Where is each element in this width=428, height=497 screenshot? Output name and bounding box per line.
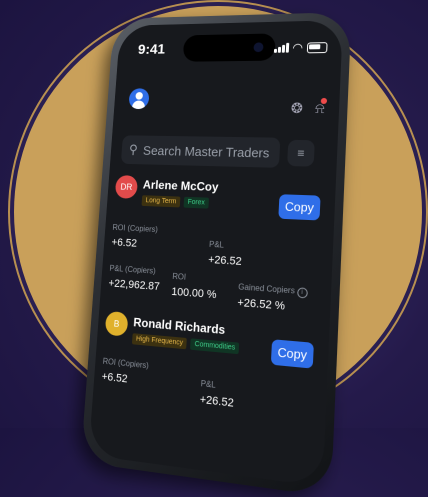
trader-name: Arlene McCoy (142, 177, 219, 195)
bell-icon[interactable]: ⍾ (315, 97, 328, 117)
gained-copiers-label: Gained Copiers i (238, 282, 308, 299)
gained-copiers-text: Gained Copiers (238, 282, 296, 296)
search-placeholder: Search Master Traders (142, 142, 270, 161)
copy-button[interactable]: Copy (270, 339, 314, 369)
roi-copiers-value: +6.52 (111, 236, 138, 250)
pnl-copiers-label: P&L (Copiers) (109, 263, 156, 276)
roi-copiers-value: +6.52 (101, 370, 128, 386)
search-input[interactable]: ⚲ Search Master Traders (120, 135, 281, 168)
roi-copiers-label: ROI (Copiers) (112, 223, 159, 235)
trader-avatar: B (104, 310, 129, 337)
notification-dot (320, 97, 328, 104)
roi-copiers-label: ROI (Copiers) (102, 356, 150, 371)
roi-value: 100.00 % (171, 285, 217, 302)
trader-card: B Ronald Richards High Frequency Commodi… (101, 310, 314, 410)
pnl-value: +26.52 (207, 253, 242, 269)
tag-forex: Forex (183, 196, 209, 209)
avatar-body (131, 100, 146, 110)
battery-icon (306, 41, 328, 53)
status-bar: 9:41 ◠ (118, 33, 343, 62)
gained-copiers-value: +26.52 % (237, 296, 286, 313)
info-icon[interactable]: i (296, 287, 308, 299)
phone-mockup: 9:41 ◠ ❂ ⍾ ⚲ Search Master Traders ≡ DR … (80, 11, 352, 497)
signal-icon (273, 42, 289, 53)
pnl-label: P&L (208, 239, 225, 250)
search-icon: ⚲ (128, 142, 139, 157)
roi-label: ROI (172, 271, 187, 282)
phone-screen: 9:41 ◠ ❂ ⍾ ⚲ Search Master Traders ≡ DR … (88, 20, 343, 487)
headset-icon[interactable]: ❂ (291, 100, 304, 117)
tag-long-term: Long Term (141, 195, 181, 208)
copy-button[interactable]: Copy (278, 194, 321, 221)
dynamic-island (182, 33, 276, 62)
filter-icon[interactable]: ≡ (287, 139, 315, 167)
header-actions: ❂ ⍾ (291, 97, 328, 117)
pnl-copiers-value: +22,962.87 (108, 277, 161, 293)
pnl-value: +26.52 (199, 393, 235, 410)
user-avatar-icon[interactable] (128, 88, 150, 110)
status-time: 9:41 (137, 41, 166, 58)
wifi-icon: ◠ (292, 40, 304, 55)
status-icons: ◠ (273, 40, 328, 55)
trader-tags: Long Term Forex (141, 195, 209, 209)
pnl-label: P&L (200, 378, 217, 390)
tag-high-frequency: High Frequency (131, 333, 188, 350)
tag-commodities: Commodities (190, 338, 240, 355)
trader-avatar: DR (114, 175, 139, 199)
trader-card: DR Arlene McCoy Long Term Forex Copy ROI… (108, 175, 321, 313)
avatar-head (135, 92, 144, 100)
